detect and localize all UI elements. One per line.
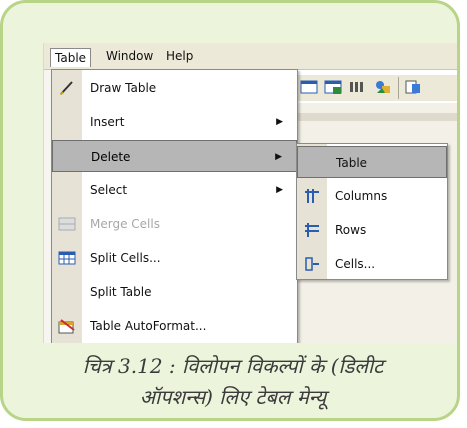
submenu-item-columns[interactable]: Columns: [297, 180, 447, 212]
menu-item-label: Split Cells...: [90, 251, 161, 265]
pencil-icon: [58, 80, 76, 96]
submenu-arrow-icon: ▶: [276, 185, 283, 195]
menu-item-label: Split Table: [90, 285, 152, 299]
menu-item-table-autoformat[interactable]: Table AutoFormat...: [52, 310, 297, 342]
menu-item-draw-table[interactable]: Draw Table: [52, 72, 297, 104]
submenu-item-cells[interactable]: Cells...: [297, 248, 447, 280]
submenu-arrow-icon: ▶: [275, 152, 282, 162]
submenu-item-table[interactable]: Table: [297, 146, 447, 178]
menu-item-delete[interactable]: Delete ▶: [52, 140, 297, 172]
menu-bar: Table Window Help: [44, 43, 457, 70]
caption-line-2: ऑपशन्स) लिए टेबल मेन्यू: [139, 385, 327, 409]
menu-item-split-cells[interactable]: Split Cells...: [52, 242, 297, 274]
menu-help[interactable]: Help: [162, 47, 197, 65]
drawing-icon[interactable]: [374, 79, 392, 95]
figure-caption: चित्र 3.12 : विलोपन विकल्पों के (डिलीट ऑ…: [3, 351, 457, 413]
columns-icon[interactable]: [348, 79, 366, 95]
delete-rows-icon: [304, 222, 320, 238]
submenu-item-label: Columns: [335, 189, 388, 203]
menu-window[interactable]: Window: [102, 47, 157, 65]
toolbar-separator: [398, 77, 399, 99]
table-menu: Draw Table Insert ▶ Delete ▶ Select ▶ Me…: [51, 69, 298, 343]
submenu-arrow-icon: ▶: [276, 117, 283, 127]
delete-submenu: Table Columns Rows Cells...: [296, 143, 448, 280]
menu-item-label: Merge Cells: [90, 217, 160, 231]
insert-excel-icon[interactable]: [324, 79, 342, 95]
submenu-item-label: Cells...: [335, 257, 376, 271]
delete-columns-icon: [304, 188, 320, 204]
ruler-strip: [294, 113, 457, 121]
menu-item-insert[interactable]: Insert ▶: [52, 106, 297, 138]
menu-item-label: Insert: [90, 115, 125, 129]
application-screenshot: Table Window Help Draw Table Insert ▶ De…: [43, 43, 460, 343]
figure-card: Table Window Help Draw Table Insert ▶ De…: [0, 0, 460, 421]
toolbar: [294, 75, 457, 101]
pane-divider: [459, 213, 460, 253]
delete-cells-icon: [304, 256, 320, 272]
table-autoformat-icon: [58, 318, 76, 334]
menu-item-label: Draw Table: [90, 81, 157, 95]
split-cells-icon: [58, 250, 76, 266]
menu-item-select[interactable]: Select ▶: [52, 174, 297, 206]
submenu-item-rows[interactable]: Rows: [297, 214, 447, 246]
submenu-item-label: Rows: [335, 223, 367, 237]
menu-item-label: Select: [90, 183, 128, 197]
menu-item-label: Delete: [91, 150, 131, 164]
document-map-icon[interactable]: [404, 79, 422, 95]
caption-line-1: चित्र 3.12 : विलोपन विकल्पों के (डिलीट: [82, 354, 384, 378]
menu-item-split-table[interactable]: Split Table: [52, 276, 297, 308]
menu-table[interactable]: Table: [50, 48, 92, 67]
menu-item-label: Table AutoFormat...: [90, 319, 207, 333]
submenu-item-label: Table: [336, 156, 368, 170]
merge-cells-icon: [58, 216, 76, 232]
table-grid-icon[interactable]: [300, 79, 318, 95]
menu-item-merge-cells[interactable]: Merge Cells: [52, 208, 297, 240]
